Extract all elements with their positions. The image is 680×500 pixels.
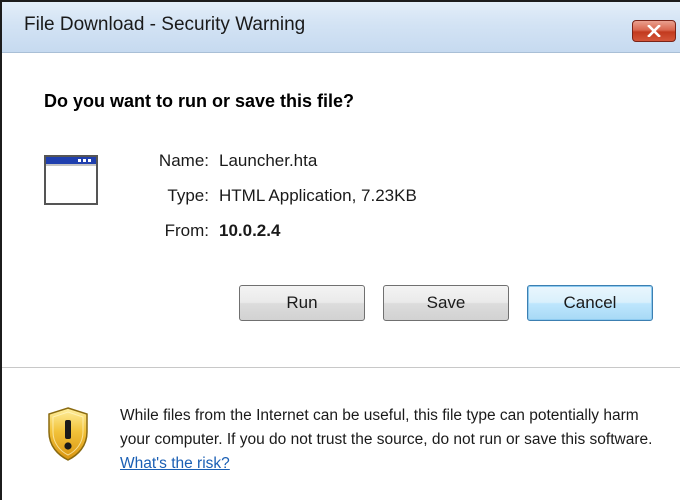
type-label: Type: <box>167 186 209 205</box>
file-source-row: From: 10.0.2.4 <box>122 221 281 245</box>
save-button[interactable]: Save <box>383 285 509 321</box>
run-button[interactable]: Run <box>239 285 365 321</box>
file-name-row: Name: Launcher.hta <box>122 151 317 175</box>
close-icon <box>647 25 661 37</box>
dialog-question: Do you want to run or save this file? <box>44 91 355 111</box>
warning-message: While files from the Internet can be use… <box>120 404 672 476</box>
security-shield-icon <box>48 407 88 461</box>
from-label: From: <box>164 221 209 240</box>
cancel-button[interactable]: Cancel <box>527 285 653 321</box>
name-label: Name: <box>158 151 209 170</box>
warning-footer: While files from the Internet can be use… <box>2 368 680 500</box>
file-type-value: HTML Application, 7.23KB <box>219 186 417 205</box>
dialog-content: Do you want to run or save this file? Na… <box>2 53 680 366</box>
file-type-row: Type: HTML Application, 7.23KB <box>122 186 417 210</box>
whats-the-risk-link[interactable]: What's the risk? <box>120 455 230 472</box>
close-button[interactable] <box>632 20 676 42</box>
window-title: File Download - Security Warning <box>24 14 306 35</box>
warning-text: While files from the Internet can be use… <box>120 407 653 448</box>
security-warning-dialog: File Download - Security Warning Do you … <box>0 0 680 500</box>
file-source-value: 10.0.2.4 <box>219 221 281 240</box>
application-window-icon <box>44 155 98 205</box>
file-name-value: Launcher.hta <box>219 151 318 170</box>
title-bar[interactable]: File Download - Security Warning <box>2 2 680 53</box>
